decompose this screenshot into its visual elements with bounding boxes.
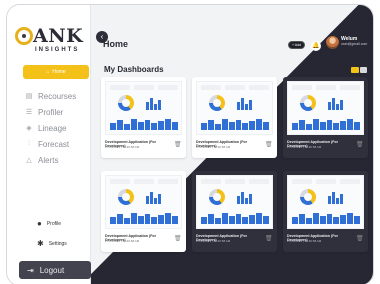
dashboard-thumbnail	[287, 175, 364, 229]
sidebar-item-label: Settings	[48, 240, 67, 247]
card-timestamp: 17/05/2023 | 10:30:58 AM	[105, 239, 140, 243]
sidebar-item-label: Profiler	[38, 107, 64, 117]
donut-chart-icon	[209, 95, 225, 111]
bell-icon[interactable]: 🔔	[311, 41, 321, 51]
bar-chart-icon	[237, 96, 257, 110]
sidebar-item-settings[interactable]: ✱ Settings	[37, 239, 67, 248]
view-toggle[interactable]	[351, 67, 367, 73]
alert-triangle-icon: △	[26, 157, 32, 164]
dashboard-thumbnail	[196, 81, 273, 135]
card-timestamp: 17/05/2023 | 10:30:58 AM	[287, 145, 322, 149]
trash-icon[interactable]: 🗑	[265, 235, 273, 243]
trash-icon[interactable]: 🗑	[265, 141, 273, 149]
sidebar-item-label: Home	[52, 69, 66, 75]
sidebar-item-alerts[interactable]: △ Alerts	[25, 153, 76, 167]
sidebar-item-home[interactable]: ⌂ Home	[23, 65, 89, 79]
lineage-icon: ◈	[26, 125, 32, 132]
donut-chart-icon	[118, 95, 134, 111]
card-timestamp: 17/05/2023 | 10:30:58 AM	[196, 145, 231, 149]
dashboard-card[interactable]: Development Application (For Developers)…	[283, 171, 368, 252]
home-icon: ⌂	[46, 69, 50, 75]
sidebar-item-lineage[interactable]: ◈ Lineage	[25, 121, 76, 135]
bar-chart-icon	[237, 190, 257, 204]
add-button[interactable]: + Add	[288, 41, 305, 49]
column-chart-icon	[201, 212, 270, 224]
card-timestamp: 17/05/2023 | 10:30:58 AM	[105, 145, 140, 149]
dashboard-card[interactable]: Development Application (For Developers)…	[192, 171, 277, 252]
sidebar-item-recourses[interactable]: ▤ Recourses	[25, 89, 77, 103]
card-timestamp: 17/05/2023 | 10:30:58 AM	[287, 239, 322, 243]
section-title: My Dashboards	[104, 65, 164, 74]
sidebar-item-label: Profile	[46, 220, 62, 227]
avatar[interactable]	[326, 36, 339, 49]
dashboard-card[interactable]: Development Application (For Developers)…	[101, 77, 186, 158]
bar-chart-icon	[328, 96, 348, 110]
dashboard-thumbnail	[105, 81, 182, 135]
chart-icon: ⫶	[28, 140, 30, 147]
column-chart-icon	[110, 118, 179, 130]
document-icon: ▤	[25, 93, 33, 100]
bar-chart-icon	[146, 190, 166, 204]
dashboard-thumbnail	[196, 175, 273, 229]
sidebar-item-label: Lineage	[38, 123, 67, 133]
bar-chart-icon	[328, 190, 348, 204]
card-timestamp: 17/05/2023 | 10:30:58 AM	[196, 239, 231, 243]
app-window: ANK INSIGHTS ‹ ⌂ Home ▤ Recourses ☰ Prof…	[6, 4, 374, 284]
dashboard-card[interactable]: Development Application (For Developers)…	[283, 77, 368, 158]
logo-mark-icon	[15, 27, 33, 45]
brand-logo: ANK INSIGHTS ‹	[13, 23, 108, 63]
dashboard-card[interactable]: Development Application (For Developers)…	[101, 171, 186, 252]
profile-list-icon: ☰	[25, 109, 33, 116]
grid-view-icon[interactable]	[351, 67, 359, 73]
sidebar-item-label: Alerts	[38, 155, 59, 165]
trash-icon[interactable]: 🗑	[356, 141, 364, 149]
dashboard-thumbnail	[287, 81, 364, 135]
sidebar-nav: ▤ Recourses ☰ Profiler ◈ Lineage ⫶ Forec…	[25, 89, 77, 169]
column-chart-icon	[292, 118, 361, 130]
donut-chart-icon	[300, 189, 316, 205]
sidebar-item-label: Forecast	[38, 139, 70, 149]
sidebar-item-profiler[interactable]: ☰ Profiler	[25, 105, 76, 119]
donut-chart-icon	[118, 189, 134, 205]
bar-chart-icon	[146, 96, 166, 110]
user-email: user@gmail.com	[341, 42, 368, 46]
column-chart-icon	[110, 212, 179, 224]
sidebar: ANK INSIGHTS ‹ ⌂ Home ▤ Recourses ☰ Prof…	[7, 5, 108, 284]
sidebar-item-label: Recourses	[38, 91, 77, 101]
dashboard-card[interactable]: Development Application (For Developers)…	[192, 77, 277, 158]
trash-icon[interactable]: 🗑	[174, 235, 182, 243]
trash-icon[interactable]: 🗑	[356, 235, 364, 243]
list-view-icon[interactable]	[359, 67, 367, 73]
logout-button[interactable]: ⇥ Logout	[19, 261, 91, 279]
column-chart-icon	[201, 118, 270, 130]
dashboard-thumbnail	[105, 175, 182, 229]
donut-chart-icon	[300, 95, 316, 111]
trash-icon[interactable]: 🗑	[174, 141, 182, 149]
logout-label: Logout	[39, 265, 65, 275]
donut-chart-icon	[209, 189, 225, 205]
gear-icon: ✱	[37, 239, 44, 248]
logout-icon: ⇥	[27, 265, 34, 275]
column-chart-icon	[292, 212, 361, 224]
logo-subtitle: INSIGHTS	[35, 47, 80, 53]
logo-wordmark: ANK	[33, 25, 84, 47]
page-title: Home	[103, 39, 129, 49]
sidebar-item-profile[interactable]: ● Profile	[37, 219, 61, 228]
user-icon: ●	[37, 219, 42, 228]
sidebar-item-forecast[interactable]: ⫶ Forecast	[25, 137, 76, 151]
